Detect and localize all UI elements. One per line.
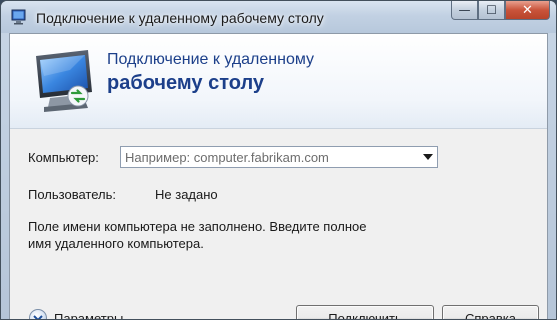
options-label[interactable]: Параметры xyxy=(54,311,123,320)
caption-buttons: — ☐ ✕ xyxy=(451,1,550,21)
computer-label: Компьютер: xyxy=(28,150,99,165)
dialog-body: Компьютер: Например: computer.fabrikam.c… xyxy=(10,129,547,320)
dialog-client-area: Подключение к удаленному рабочему столу … xyxy=(9,33,548,320)
validation-message-line1: Поле имени компьютера не заполнено. Введ… xyxy=(28,219,367,234)
maximize-button[interactable]: ☐ xyxy=(478,1,505,20)
rdp-window: Подключение к удаленному рабочему столу … xyxy=(0,0,557,320)
header-title-line2: рабочему столу xyxy=(107,72,265,94)
minimize-button[interactable]: — xyxy=(451,1,478,20)
close-button[interactable]: ✕ xyxy=(505,1,550,20)
validation-message-line2: имя удаленного компьютера. xyxy=(28,236,204,251)
window-title: Подключение к удаленному рабочему столу xyxy=(36,10,324,26)
expand-chevron-icon[interactable] xyxy=(29,309,47,319)
title-bar[interactable]: Подключение к удаленному рабочему столу … xyxy=(1,1,556,33)
computer-combobox[interactable]: Например: computer.fabrikam.com xyxy=(120,146,438,168)
header-title-line1: Подключение к удаленному xyxy=(107,51,315,68)
user-value: Не задано xyxy=(155,187,218,202)
computer-combobox-value[interactable]: Например: computer.fabrikam.com xyxy=(125,150,329,165)
user-label: Пользователь: xyxy=(28,187,116,202)
remote-desktop-icon xyxy=(11,9,26,25)
dialog-header: Подключение к удаленному рабочему столу xyxy=(10,34,547,129)
remote-desktop-monitor-icon xyxy=(36,50,92,112)
help-button[interactable]: Справка xyxy=(442,305,539,319)
chevron-down-icon[interactable] xyxy=(419,147,437,167)
connect-button[interactable]: Подключить xyxy=(296,305,434,319)
options-toggle[interactable]: Параметры xyxy=(29,309,123,320)
